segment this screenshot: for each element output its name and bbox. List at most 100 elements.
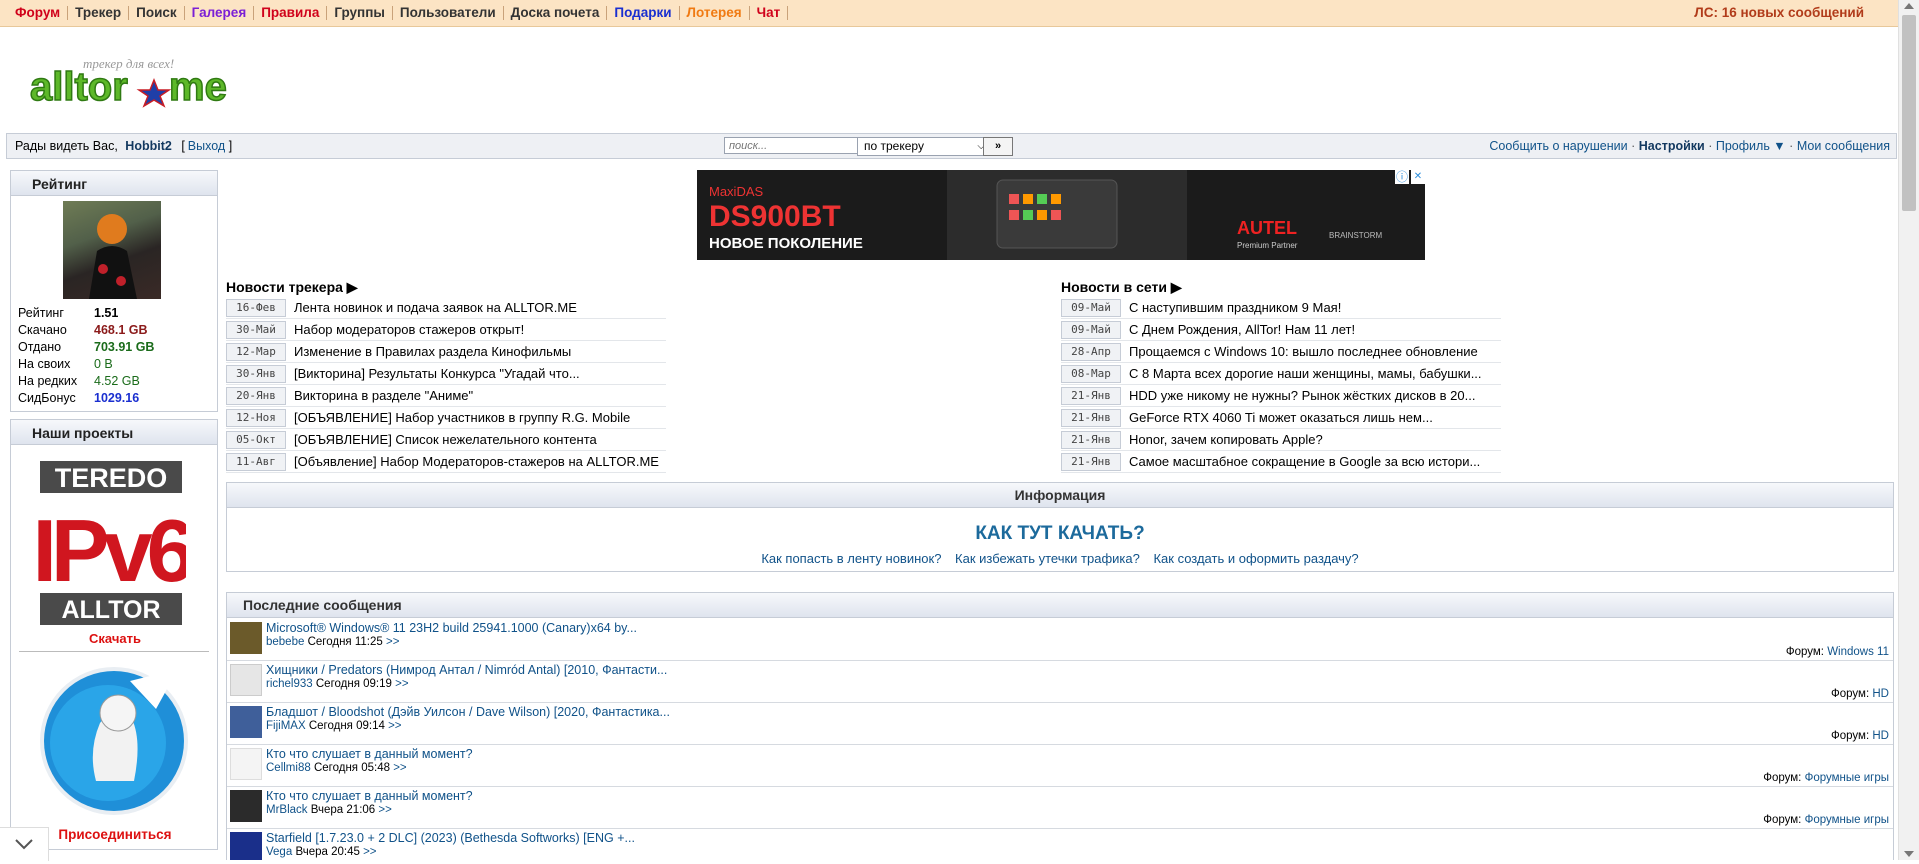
search-submit-button[interactable]: » bbox=[983, 137, 1013, 156]
web-news-header[interactable]: Новости в сети ▶ bbox=[1061, 279, 1182, 296]
message-author[interactable]: bebebe bbox=[266, 636, 304, 648]
forum-link[interactable]: Форумные игры bbox=[1805, 814, 1889, 826]
nav-lottery[interactable]: Лотерея bbox=[680, 6, 750, 20]
forum-link[interactable]: Windows 11 bbox=[1827, 646, 1889, 658]
news-item[interactable]: 12-Мар Изменение в Правилах раздела Киноф… bbox=[226, 341, 666, 363]
news-title[interactable]: HDD уже никому не нужны? Рынок жёстких д… bbox=[1129, 388, 1475, 403]
settings-link[interactable]: Настройки bbox=[1639, 139, 1705, 153]
message-topic-link[interactable]: Бладшот / Bloodshot (Дэйв Уилсон / Dave … bbox=[266, 705, 670, 719]
goto-post-link[interactable]: >> bbox=[388, 720, 401, 732]
news-title[interactable]: Лента новинок и подача заявок на ALLTOR.… bbox=[294, 300, 577, 315]
site-logo[interactable]: трекер для всех! alltor me bbox=[28, 54, 238, 110]
forum-link[interactable]: HD bbox=[1872, 688, 1889, 700]
nav-forum[interactable]: Форум bbox=[8, 6, 69, 20]
nav-groups[interactable]: Группы bbox=[327, 6, 393, 20]
news-item[interactable]: 21-Янв Самое масштабное сокращение в Goog… bbox=[1061, 451, 1501, 473]
vertical-scrollbar[interactable] bbox=[1898, 0, 1919, 860]
nav-tracker[interactable]: Трекер bbox=[68, 6, 130, 20]
info-link-create-release[interactable]: Как создать и оформить раздачу? bbox=[1153, 551, 1358, 566]
avatar[interactable] bbox=[63, 201, 161, 299]
news-title[interactable]: [Объявление] Набор Модераторов-стажеров … bbox=[294, 454, 659, 469]
avatar[interactable] bbox=[230, 748, 262, 780]
private-messages-link[interactable]: ЛС: 16 новых сообщений bbox=[1694, 5, 1864, 20]
news-item[interactable]: 05-Окт [ОБЪЯВЛЕНИЕ] Список нежелательного… bbox=[226, 429, 666, 451]
avatar[interactable] bbox=[230, 832, 262, 860]
avatar[interactable] bbox=[230, 664, 262, 696]
scroll-down-arrow-icon[interactable] bbox=[1904, 851, 1914, 857]
news-title[interactable]: С наступившим праздником 9 Мая! bbox=[1129, 300, 1341, 315]
news-item[interactable]: 21-Янв Honor, зачем копировать Apple? bbox=[1061, 429, 1501, 451]
message-topic-link[interactable]: Starfield [1.7.23.0 + 2 DLC] (2023) (Bet… bbox=[266, 831, 635, 845]
ad-info-icon[interactable]: ⓘ bbox=[1395, 170, 1409, 184]
avatar[interactable] bbox=[230, 622, 262, 654]
nav-rules[interactable]: Правила bbox=[254, 6, 328, 20]
how-to-download-link[interactable]: КАК ТУТ КАЧАТЬ? bbox=[227, 523, 1893, 545]
nav-users[interactable]: Пользователи bbox=[393, 6, 504, 20]
nav-search[interactable]: Поиск bbox=[129, 6, 185, 20]
collapse-button[interactable] bbox=[0, 827, 49, 861]
news-title[interactable]: GeForce RTX 4060 Ti может оказаться лишь… bbox=[1129, 410, 1433, 425]
news-item[interactable]: 20-Янв Викторина в разделе "Аниме" bbox=[226, 385, 666, 407]
news-item[interactable]: 28-Апр Прощаемся с Windows 10: вышло посл… bbox=[1061, 341, 1501, 363]
goto-post-link[interactable]: >> bbox=[386, 636, 399, 648]
info-link-new-feed[interactable]: Как попасть в ленту новинок? bbox=[761, 551, 941, 566]
info-link-traffic-leak[interactable]: Как избежать утечки трафика? bbox=[955, 551, 1140, 566]
forum-link[interactable]: HD bbox=[1872, 730, 1889, 742]
news-item[interactable]: 30-Янв [Викторина] Результаты Конкурса "У… bbox=[226, 363, 666, 385]
goto-post-link[interactable]: >> bbox=[393, 762, 406, 774]
search-scope-select[interactable]: по трекеру ⌵ bbox=[857, 137, 991, 156]
ad-banner[interactable]: MaxiDAS DS900BT НОВОЕ ПОКОЛЕНИЕ AUTEL Pr… bbox=[697, 170, 1425, 260]
username-link[interactable]: Hobbit2 bbox=[125, 139, 172, 153]
forum-link[interactable]: Форумные игры bbox=[1805, 772, 1889, 784]
goto-post-link[interactable]: >> bbox=[363, 846, 376, 858]
my-messages-link[interactable]: Мои сообщения bbox=[1797, 139, 1890, 153]
message-topic-link[interactable]: Хищники / Predators (Нимрод Антал / Nimr… bbox=[266, 663, 667, 677]
news-title[interactable]: С 8 Марта всех дорогие наши женщины, мам… bbox=[1129, 366, 1482, 381]
news-item[interactable]: 21-Янв GeForce RTX 4060 Ti может оказатьс… bbox=[1061, 407, 1501, 429]
message-author[interactable]: richel933 bbox=[266, 678, 313, 690]
telegram-icon[interactable] bbox=[38, 661, 190, 821]
message-author[interactable]: Cellmi88 bbox=[266, 762, 311, 774]
news-title[interactable]: Самое масштабное сокращение в Google за … bbox=[1129, 454, 1480, 469]
news-title[interactable]: С Днем Рождения, AllTor! Нам 11 лет! bbox=[1129, 322, 1355, 337]
news-item[interactable]: 21-Янв HDD уже никому не нужны? Рынок жёс… bbox=[1061, 385, 1501, 407]
news-title[interactable]: Прощаемся с Windows 10: вышло последнее … bbox=[1129, 344, 1478, 359]
message-author[interactable]: Vega bbox=[266, 846, 292, 858]
avatar[interactable] bbox=[230, 706, 262, 738]
report-violation-link[interactable]: Сообщить о нарушении bbox=[1489, 139, 1627, 153]
ad-close-icon[interactable]: ✕ bbox=[1411, 170, 1425, 184]
news-title[interactable]: Изменение в Правилах раздела Кинофильмы bbox=[294, 344, 571, 359]
news-item[interactable]: 12-Ноя [ОБЪЯВЛЕНИЕ] Набор участников в гр… bbox=[226, 407, 666, 429]
download-link[interactable]: Скачать bbox=[11, 631, 219, 646]
news-title[interactable]: Викторина в разделе "Аниме" bbox=[294, 388, 473, 403]
nav-gifts[interactable]: Подарки bbox=[607, 6, 680, 20]
news-title[interactable]: Honor, зачем копировать Apple? bbox=[1129, 432, 1323, 447]
profile-link[interactable]: Профиль ▼ bbox=[1716, 139, 1786, 153]
nav-honor-board[interactable]: Доска почета bbox=[504, 6, 608, 20]
news-title[interactable]: Набор модераторов стажеров открыт! bbox=[294, 322, 524, 337]
message-topic-link[interactable]: Microsoft® Windows® 11 23H2 build 25941.… bbox=[266, 621, 637, 635]
message-author[interactable]: MrBlack bbox=[266, 804, 308, 816]
message-topic-link[interactable]: Кто что слушает в данный момент? bbox=[266, 747, 473, 761]
news-title[interactable]: [ОБЪЯВЛЕНИЕ] Список нежелательного конте… bbox=[294, 432, 597, 447]
avatar[interactable] bbox=[230, 790, 262, 822]
news-item[interactable]: 08-Мар С 8 Марта всех дорогие наши женщин… bbox=[1061, 363, 1501, 385]
message-topic-link[interactable]: Кто что слушает в данный момент? bbox=[266, 789, 473, 803]
news-item[interactable]: 09-Май С Днем Рождения, AllTor! Нам 11 ле… bbox=[1061, 319, 1501, 341]
nav-chat[interactable]: Чат bbox=[750, 6, 789, 20]
teredo-ipv6-banner[interactable]: TEREDO IPv6 ALLTOR bbox=[38, 459, 186, 629]
goto-post-link[interactable]: >> bbox=[395, 678, 408, 690]
news-item[interactable]: 09-Май С наступившим праздником 9 Мая! bbox=[1061, 297, 1501, 319]
scroll-up-arrow-icon[interactable] bbox=[1904, 3, 1914, 9]
nav-gallery[interactable]: Галерея bbox=[185, 6, 255, 20]
tracker-news-header[interactable]: Новости трекера ▶ bbox=[226, 279, 358, 296]
news-item[interactable]: 30-Май Набор модераторов стажеров открыт! bbox=[226, 319, 666, 341]
news-title[interactable]: [Викторина] Результаты Конкурса "Угадай … bbox=[294, 366, 580, 381]
logout-link[interactable]: Выход bbox=[188, 139, 225, 153]
message-author[interactable]: FijiMAX bbox=[266, 720, 306, 732]
search-input[interactable] bbox=[724, 137, 858, 154]
goto-post-link[interactable]: >> bbox=[378, 804, 391, 816]
news-item[interactable]: 11-Авг [Объявление] Набор Модераторов-ста… bbox=[226, 451, 666, 473]
scroll-thumb[interactable] bbox=[1902, 15, 1916, 211]
news-item[interactable]: 16-Фев Лента новинок и подача заявок на A… bbox=[226, 297, 666, 319]
